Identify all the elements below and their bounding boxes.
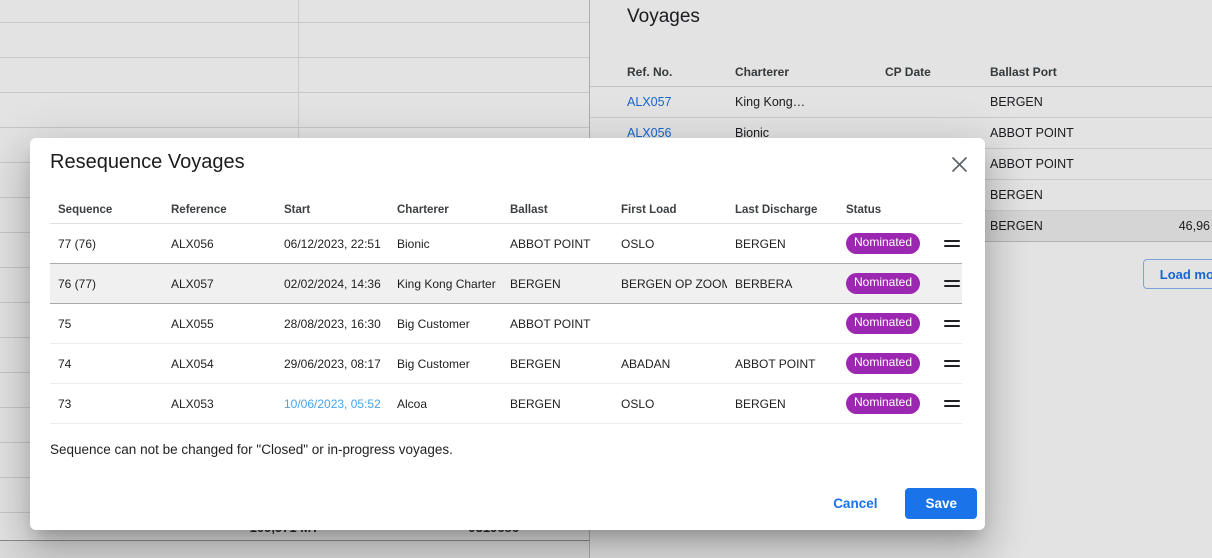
drag-handle[interactable] [940,240,962,247]
resequence-note: Sequence can not be changed for "Closed"… [50,442,453,457]
start-cell[interactable]: 10/06/2023, 05:52 [276,397,389,411]
status-cell: Nominated [838,393,940,413]
charterer-cell: Bionic [389,237,502,251]
start-cell: 29/06/2023, 08:17 [276,357,389,371]
dialog-actions: Cancel Save [817,488,977,519]
first-load-cell: ABADAN [613,357,727,371]
status-cell: Nominated [838,273,940,293]
sequence-cell: 76 (77) [50,277,163,291]
reference-cell: ALX057 [163,277,276,291]
drag-handle-icon[interactable] [944,240,960,247]
drag-handle-icon[interactable] [944,320,960,327]
reference-cell: ALX053 [163,397,276,411]
sequence-cell: 75 [50,317,163,331]
close-icon [951,156,968,173]
first-load-cell: OSLO [613,237,727,251]
voyage-row[interactable]: 77 (76)ALX05606/12/2023, 22:51BionicABBO… [50,224,962,264]
charterer-cell: Big Customer [389,317,502,331]
charterer-cell: Big Customer [389,357,502,371]
drag-handle-icon[interactable] [944,280,960,287]
drag-handle-icon[interactable] [944,400,960,407]
resequence-voyages-dialog: Resequence Voyages Sequence Reference St… [30,138,985,530]
column-header-first-load: First Load [613,204,727,216]
column-header-start: Start [276,204,389,216]
ballast-cell: ABBOT POINT [502,317,613,331]
voyage-row[interactable]: 73ALX05310/06/2023, 05:52AlcoaBERGENOSLO… [50,384,962,424]
reference-cell: ALX055 [163,317,276,331]
status-cell: Nominated [838,353,940,373]
resequence-table-header: Sequence Reference Start Charterer Balla… [50,196,962,224]
status-badge: Nominated [846,273,920,293]
last-discharge-cell: BERGEN [727,237,838,251]
charterer-cell: Alcoa [389,397,502,411]
status-badge: Nominated [846,353,920,373]
column-header-sequence: Sequence [50,204,163,216]
reference-cell: ALX056 [163,237,276,251]
start-cell: 02/02/2024, 14:36 [276,277,389,291]
drag-handle-icon[interactable] [944,360,960,367]
charterer-cell: King Kong Charter [389,277,502,291]
drag-handle[interactable] [940,400,962,407]
first-load-cell: BERGEN OP ZOOM [613,277,727,291]
column-header-last-discharge: Last Discharge [727,204,838,216]
resequence-table-body: 77 (76)ALX05606/12/2023, 22:51BionicABBO… [50,224,962,424]
sequence-cell: 77 (76) [50,237,163,251]
column-header-charterer: Charterer [389,204,502,216]
status-badge: Nominated [846,313,920,333]
column-header-reference: Reference [163,204,276,216]
voyage-row[interactable]: 74ALX05429/06/2023, 08:17Big CustomerBER… [50,344,962,384]
status-cell: Nominated [838,313,940,333]
drag-handle[interactable] [940,320,962,327]
reference-cell: ALX054 [163,357,276,371]
drag-handle[interactable] [940,360,962,367]
status-badge: Nominated [846,233,920,253]
last-discharge-cell: BERGEN [727,397,838,411]
column-header-status: Status [838,204,940,216]
last-discharge-cell: ABBOT POINT [727,357,838,371]
ballast-cell: ABBOT POINT [502,237,613,251]
drag-handle[interactable] [940,280,962,287]
voyage-row[interactable]: 75ALX05528/08/2023, 16:30Big CustomerABB… [50,304,962,344]
column-header-ballast: Ballast [502,204,613,216]
cancel-button[interactable]: Cancel [817,488,893,519]
save-button[interactable]: Save [905,488,977,519]
status-cell: Nominated [838,233,940,253]
start-cell: 28/08/2023, 16:30 [276,317,389,331]
start-cell: 06/12/2023, 22:51 [276,237,389,251]
dialog-title: Resequence Voyages [50,151,245,174]
close-button[interactable] [944,149,974,179]
last-discharge-cell: BERBERA [727,277,838,291]
ballast-cell: BERGEN [502,277,613,291]
first-load-cell: OSLO [613,397,727,411]
sequence-cell: 73 [50,397,163,411]
app-root: 109,571 MT 9319686 Voyages Ref. No. Char… [0,0,1212,558]
sequence-cell: 74 [50,357,163,371]
status-badge: Nominated [846,393,920,413]
ballast-cell: BERGEN [502,357,613,371]
ballast-cell: BERGEN [502,397,613,411]
voyage-row[interactable]: 76 (77)ALX05702/02/2024, 14:36King Kong … [50,263,962,304]
resequence-table: Sequence Reference Start Charterer Balla… [50,196,962,424]
